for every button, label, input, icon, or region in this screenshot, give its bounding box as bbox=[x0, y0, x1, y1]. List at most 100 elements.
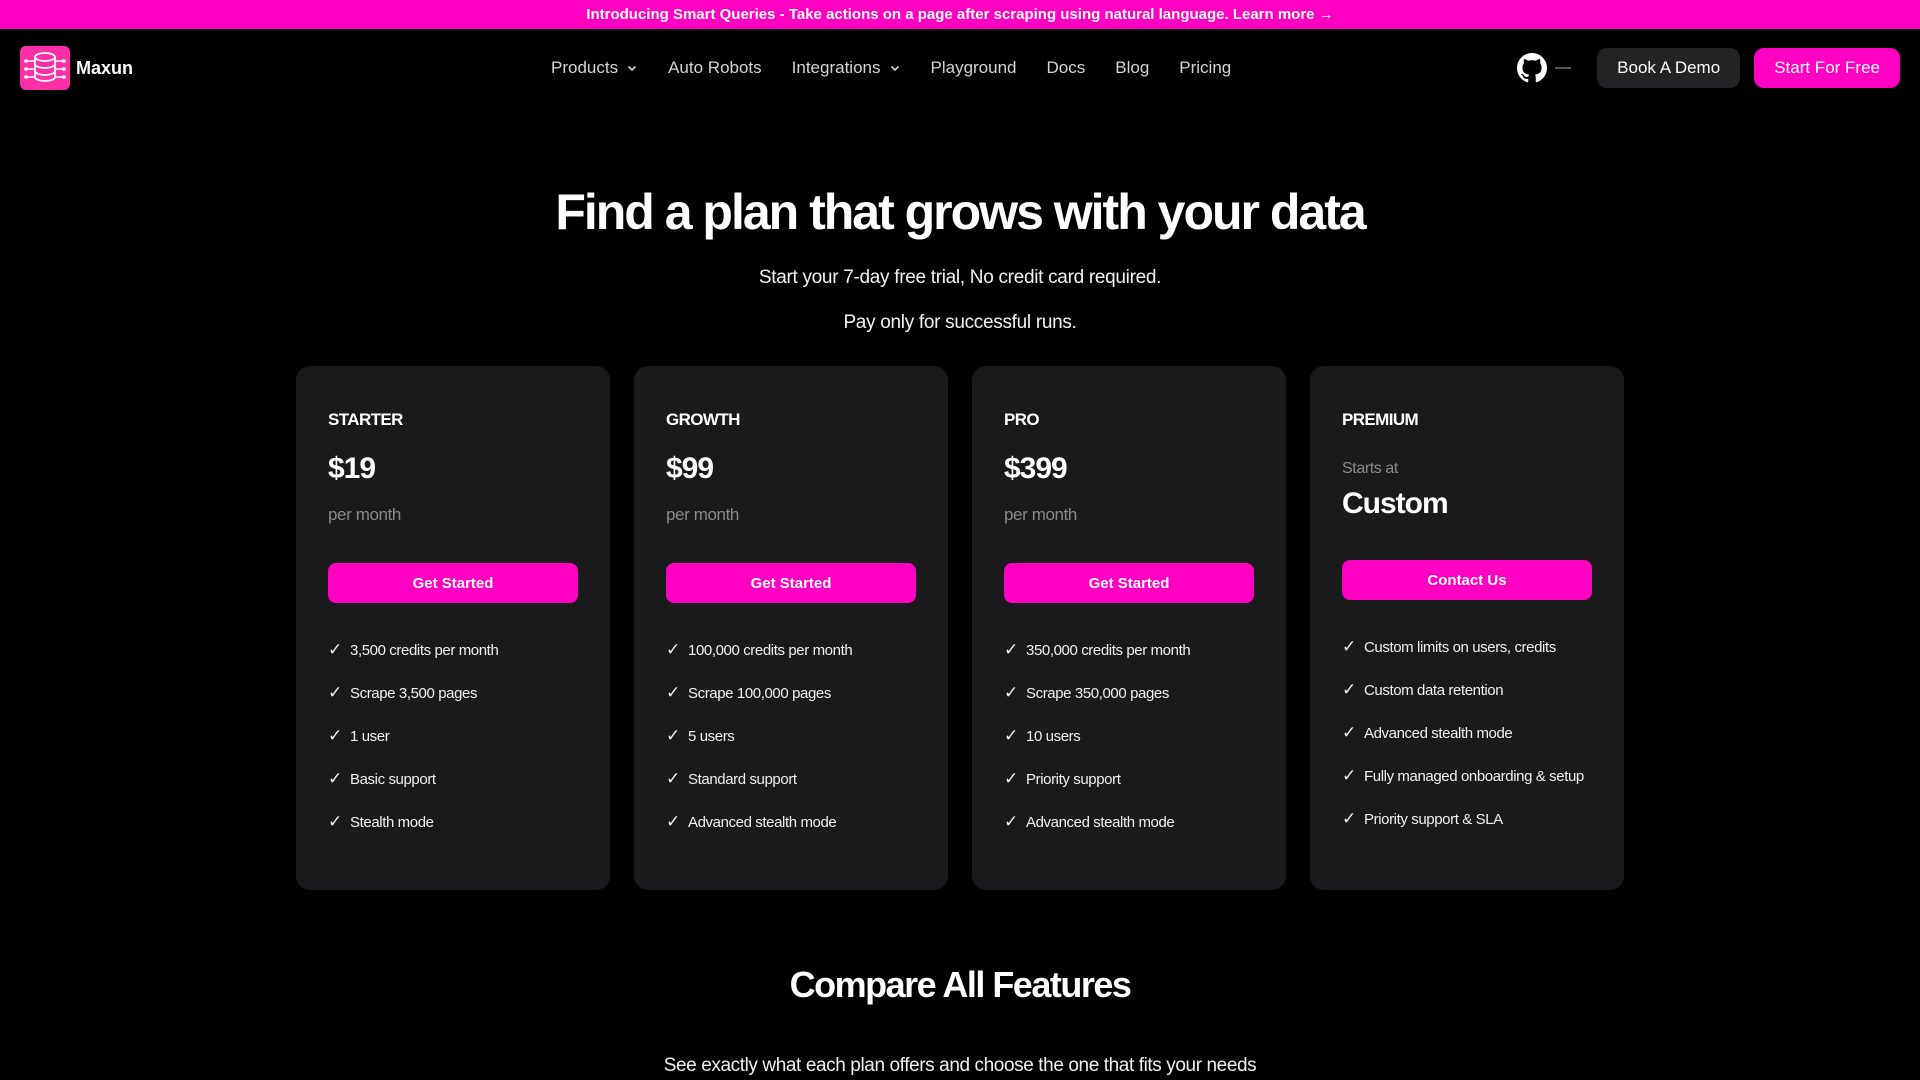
feature-list: ✓ 350,000 credits per month ✓ Scrape 350,0… bbox=[1004, 640, 1191, 857]
feature-text: 3,500 credits per month bbox=[350, 642, 499, 659]
logo[interactable]: Maxun bbox=[20, 46, 133, 90]
get-started-button[interactable]: Get Started bbox=[328, 563, 578, 603]
feature-item: ✓ Basic support bbox=[328, 769, 498, 814]
nav-item-docs[interactable]: Docs bbox=[1047, 58, 1086, 78]
check-icon: ✓ bbox=[1004, 683, 1018, 702]
nav-item-auto-robots[interactable]: Auto Robots bbox=[668, 58, 762, 78]
check-icon: ✓ bbox=[1342, 637, 1356, 656]
nav-links: Products Auto Robots Integrations Playgr… bbox=[551, 29, 1231, 107]
announcement-banner[interactable]: Introducing Smart Queries - Take actions… bbox=[0, 0, 1920, 29]
chevron-down-icon bbox=[890, 65, 899, 72]
check-icon: ✓ bbox=[666, 726, 680, 745]
nav-item-label: Auto Robots bbox=[668, 58, 762, 77]
check-icon: ✓ bbox=[328, 726, 342, 745]
nav-item-pricing[interactable]: Pricing bbox=[1179, 58, 1231, 78]
github-link[interactable]: — bbox=[1517, 53, 1571, 83]
check-icon: ✓ bbox=[1342, 680, 1356, 699]
check-icon: ✓ bbox=[666, 683, 680, 702]
feature-text: Priority support bbox=[1026, 771, 1121, 788]
feature-item: ✓ Advanced stealth mode bbox=[1342, 724, 1584, 768]
feature-text: Stealth mode bbox=[350, 814, 434, 831]
nav-item-products[interactable]: Products bbox=[551, 58, 638, 78]
hero: Find a plan that grows with your data St… bbox=[0, 183, 1920, 334]
plan-card-premium: PREMIUM Starts at Custom Contact Us ✓ Cus… bbox=[1310, 366, 1624, 890]
check-icon: ✓ bbox=[1342, 766, 1356, 785]
check-icon: ✓ bbox=[666, 769, 680, 788]
page-title: Find a plan that grows with your data bbox=[555, 184, 1366, 240]
nav-item-playground[interactable]: Playground bbox=[931, 58, 1017, 78]
check-icon: ✓ bbox=[328, 683, 342, 702]
chevron-down-icon bbox=[628, 65, 637, 72]
feature-text: Scrape 350,000 pages bbox=[1026, 685, 1169, 702]
hero-subtitle-trial: Start your 7-day free trial, No credit c… bbox=[758, 267, 1162, 288]
plan-starts-at: Starts at bbox=[1342, 460, 1398, 477]
check-icon: ✓ bbox=[666, 640, 680, 659]
check-icon: ✓ bbox=[328, 812, 342, 831]
announcement-link[interactable]: Introducing Smart Queries - Take actions… bbox=[586, 6, 1333, 23]
get-started-button[interactable]: Get Started bbox=[1004, 563, 1254, 603]
nav-actions: — Book A Demo Start For Free bbox=[1517, 29, 1900, 107]
feature-item: ✓ Stealth mode bbox=[328, 812, 498, 857]
feature-text: 100,000 credits per month bbox=[688, 642, 853, 659]
feature-text: Scrape 3,500 pages bbox=[350, 685, 478, 702]
feature-item: ✓ Advanced stealth mode bbox=[1004, 812, 1190, 857]
top-nav: Maxun Products Auto Robots Integrations … bbox=[0, 29, 1920, 107]
feature-list: ✓ 3,500 credits per month ✓ Scrape 3,500 p… bbox=[328, 641, 499, 857]
plan-card-starter: STARTER $19 per month Get Started ✓ 3,500… bbox=[296, 366, 610, 890]
plan-period: per month bbox=[666, 505, 739, 524]
start-free-button[interactable]: Start For Free bbox=[1754, 48, 1900, 88]
check-icon: ✓ bbox=[1004, 640, 1018, 659]
logo-icon bbox=[20, 46, 70, 90]
feature-text: Custom limits on users, credits bbox=[1364, 639, 1556, 656]
feature-item: ✓ Scrape 350,000 pages bbox=[1004, 683, 1190, 728]
feature-list: ✓ 100,000 credits per month ✓ Scrape 100,0… bbox=[666, 640, 853, 857]
feature-item: ✓ Standard support bbox=[666, 769, 852, 814]
check-icon: ✓ bbox=[1004, 812, 1018, 831]
nav-item-blog[interactable]: Blog bbox=[1115, 58, 1149, 78]
plan-name: GROWTH bbox=[666, 410, 740, 429]
feature-text: 1 user bbox=[350, 728, 390, 745]
nav-item-label: Docs bbox=[1046, 58, 1086, 77]
compare-features-title: Compare All Features bbox=[789, 964, 1132, 1005]
feature-item: ✓ Custom data retention bbox=[1342, 680, 1584, 725]
feature-text: Advanced stealth mode bbox=[688, 814, 837, 831]
plan-name: PREMIUM bbox=[1342, 410, 1419, 429]
feature-text: Fully managed onboarding & setup bbox=[1364, 768, 1584, 785]
feature-item: ✓ Scrape 3,500 pages bbox=[328, 683, 498, 728]
feature-item: ✓ Custom limits on users, credits bbox=[1342, 637, 1584, 682]
contact-us-button[interactable]: Contact Us bbox=[1342, 560, 1592, 600]
feature-item: ✓ Advanced stealth mode bbox=[666, 812, 852, 857]
plan-period: per month bbox=[328, 505, 401, 524]
feature-text: 10 users bbox=[1026, 728, 1081, 745]
feature-text: Scrape 100,000 pages bbox=[688, 685, 831, 702]
feature-item: ✓ 3,500 credits per month bbox=[328, 641, 499, 685]
nav-item-label: Pricing bbox=[1179, 58, 1232, 77]
plan-price: $99 bbox=[666, 452, 714, 485]
feature-item: ✓ Priority support bbox=[1004, 769, 1190, 814]
plan-price: Custom bbox=[1342, 487, 1449, 520]
nav-item-label: Playground bbox=[930, 58, 1017, 77]
feature-text: Priority support & SLA bbox=[1364, 811, 1503, 828]
plan-card-growth: GROWTH $99 per month Get Started ✓ 100,00… bbox=[634, 366, 948, 890]
brand-name: Maxun bbox=[76, 57, 134, 78]
plan-card-pro: PRO $399 per month Get Started ✓ 350,000 … bbox=[972, 366, 1286, 890]
book-demo-button[interactable]: Book A Demo bbox=[1597, 48, 1741, 88]
check-icon: ✓ bbox=[1004, 769, 1018, 788]
hero-subtitle-pay: Pay only for successful runs. bbox=[843, 312, 1077, 333]
feature-item: ✓ Priority support & SLA bbox=[1342, 809, 1584, 854]
feature-item: ✓ 1 user bbox=[328, 726, 498, 771]
plan-period: per month bbox=[1004, 505, 1077, 524]
feature-item: ✓ Fully managed onboarding & setup bbox=[1342, 766, 1584, 811]
feature-list: ✓ Custom limits on users, credits ✓ Custom… bbox=[1342, 637, 1584, 854]
check-icon: ✓ bbox=[1004, 726, 1018, 745]
compare-features-subtitle: See exactly what each plan offers and ch… bbox=[663, 1055, 1257, 1076]
nav-item-integrations[interactable]: Integrations bbox=[792, 58, 901, 78]
check-icon: ✓ bbox=[666, 812, 680, 831]
plan-price: $399 bbox=[1004, 452, 1068, 485]
feature-item: ✓ 100,000 credits per month bbox=[666, 640, 853, 685]
check-icon: ✓ bbox=[328, 769, 342, 788]
nav-item-label: Products bbox=[551, 58, 619, 77]
get-started-button[interactable]: Get Started bbox=[666, 563, 916, 603]
check-icon: ✓ bbox=[1342, 809, 1356, 828]
feature-text: Basic support bbox=[350, 771, 436, 788]
